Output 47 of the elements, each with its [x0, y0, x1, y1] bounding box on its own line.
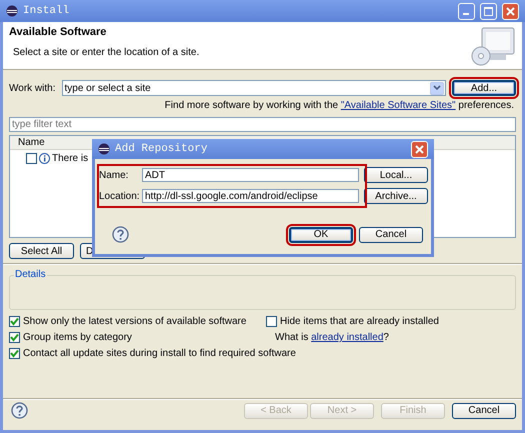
link[interactable]: already installed [311, 332, 384, 343]
checkbox-label: Show only the latest versions of available software [23, 316, 246, 327]
field-label: Name: [99, 170, 130, 180]
text-field[interactable]: http://dl-ssl.google.com/android/eclipse [142, 189, 359, 203]
checkbox[interactable] [9, 348, 20, 359]
close-icon [415, 144, 424, 154]
column-header: Name [18, 137, 45, 148]
info-icon [39, 153, 50, 164]
filter-field[interactable]: type filter text [9, 117, 516, 132]
archive-button[interactable]: Archive... [364, 188, 428, 204]
text-field[interactable]: ADT [142, 168, 359, 182]
window-title: Install [23, 5, 70, 17]
work-with-label: Work with: [9, 82, 56, 94]
eclipse-logo-icon [6, 5, 18, 17]
cancel-button[interactable]: Cancel [359, 226, 423, 242]
checkbox-label: Contact all update sites during install to find required software [23, 348, 296, 359]
placeholder-text: type or select a site [64, 82, 152, 94]
link[interactable]: "Available Software Sites" [340, 100, 456, 111]
computer-disc-icon [470, 26, 516, 66]
tree-item-label: There is [52, 153, 88, 164]
hint-text: Find more software by working with the "Available Software Sites" preferences. [164, 100, 514, 111]
page-subtitle: Select a site or enter the location of a site. [12, 47, 200, 58]
help-icon [112, 226, 129, 243]
checkbox[interactable] [26, 153, 37, 164]
checkbox[interactable] [9, 316, 20, 327]
checkbox-label: Hide items that are already installed [280, 316, 439, 327]
add-button[interactable]: Add... [452, 80, 516, 96]
minimize-button[interactable] [458, 2, 475, 20]
eclipse-logo-icon [98, 143, 110, 155]
close-button[interactable] [502, 2, 519, 20]
field-label: Location: [99, 190, 139, 202]
group-label: Details [14, 269, 47, 280]
checkbox[interactable] [266, 316, 277, 327]
help-icon [11, 402, 28, 419]
site-combo-box[interactable]: type or select a site [62, 80, 446, 96]
cancel-button[interactable]: Cancel [452, 402, 516, 418]
select-all-button[interactable]: Select All [9, 243, 74, 259]
installed-note: What is already installed? [275, 332, 389, 343]
page-title: Available Software [9, 26, 108, 38]
window-title: Add Repository [115, 143, 208, 155]
close-button[interactable] [411, 140, 428, 158]
local-button[interactable]: Local... [364, 167, 428, 183]
close-icon [506, 6, 515, 16]
checkbox-label: Group items by category [23, 332, 132, 343]
maximize-button[interactable] [480, 2, 497, 20]
maximize-icon [484, 6, 493, 16]
checkbox[interactable] [9, 332, 20, 343]
